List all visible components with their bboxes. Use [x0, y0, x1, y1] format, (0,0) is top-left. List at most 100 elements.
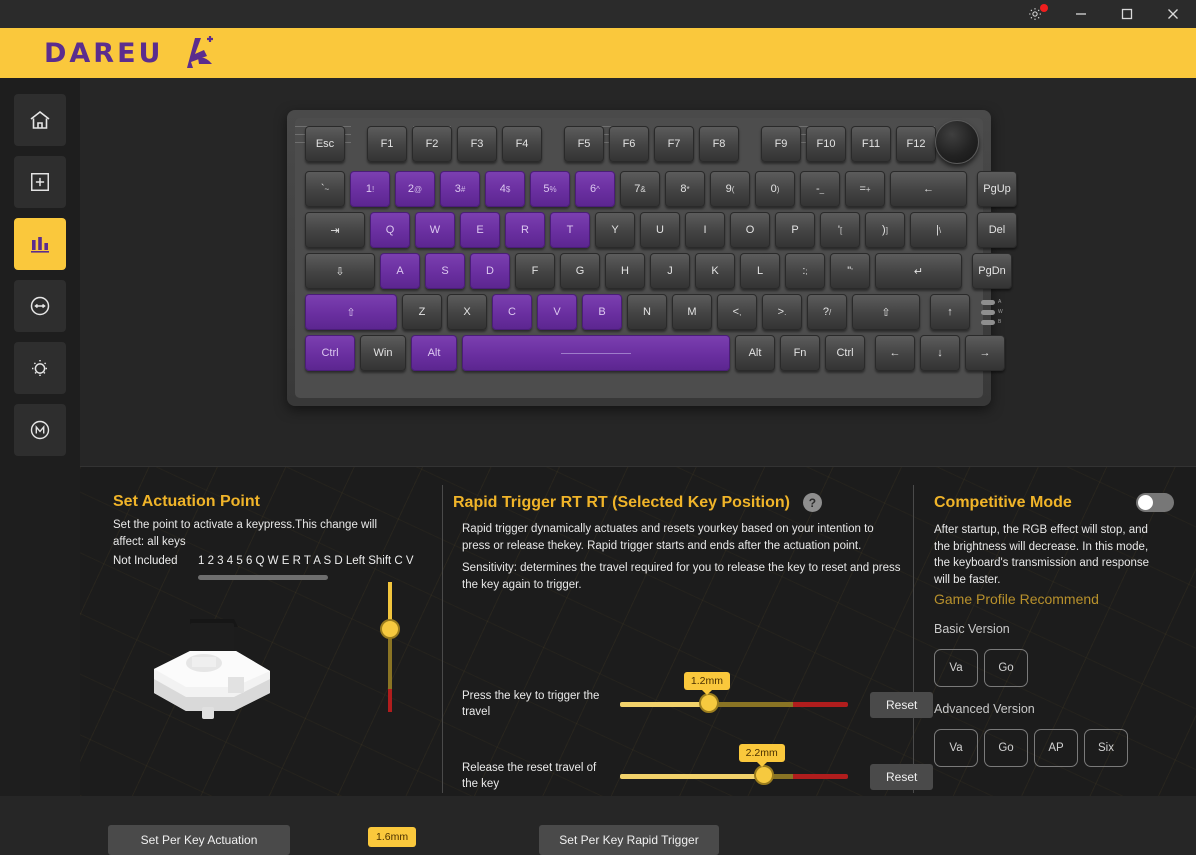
press-travel-track[interactable]: 1.2mm	[620, 672, 848, 714]
key-arrow-up[interactable]: ↑	[930, 294, 970, 330]
not-included-scrollbar[interactable]	[198, 575, 328, 580]
key-S[interactable]: S	[425, 253, 465, 289]
key-F3[interactable]: F3	[457, 126, 497, 162]
key-F10[interactable]: F10	[806, 126, 846, 162]
key-7[interactable]: 7 &	[620, 171, 660, 207]
key-space[interactable]: ⇥	[305, 212, 365, 248]
key-F2[interactable]: F2	[412, 126, 452, 162]
question-mark-icon[interactable]: ?	[802, 493, 822, 512]
maximize-button[interactable]	[1104, 0, 1150, 28]
key-0[interactable]: 0)	[755, 171, 795, 207]
key-8[interactable]: 8 *	[665, 171, 705, 207]
key-F8[interactable]: F8	[699, 126, 739, 162]
key-N[interactable]: N	[627, 294, 667, 330]
key-K[interactable]: K	[695, 253, 735, 289]
sidebar-item-performance[interactable]	[14, 218, 66, 270]
key-B[interactable]: B	[582, 294, 622, 330]
press-travel-thumb[interactable]	[698, 693, 719, 714]
key-space[interactable]: '[	[820, 212, 860, 248]
key-F5[interactable]: F5	[564, 126, 604, 162]
key-Del[interactable]: Del	[977, 212, 1017, 248]
key-E[interactable]: E	[460, 212, 500, 248]
key-Esc[interactable]: Esc	[305, 126, 345, 162]
key-PgUp[interactable]: PgUp	[977, 171, 1017, 207]
key-space[interactable]: >.	[762, 294, 802, 330]
key-space[interactable]: ↵	[875, 253, 962, 289]
sidebar-item-macro[interactable]	[14, 404, 66, 456]
key-F6[interactable]: F6	[609, 126, 649, 162]
key-Z[interactable]: Z	[402, 294, 442, 330]
key-L[interactable]: L	[740, 253, 780, 289]
set-per-key-actuation-button[interactable]: Set Per Key Actuation	[108, 825, 290, 855]
key-F12[interactable]: F12	[896, 126, 936, 162]
close-button[interactable]	[1150, 0, 1196, 28]
key-space[interactable]: ` ~	[305, 171, 345, 207]
sidebar-item-lighting[interactable]	[14, 342, 66, 394]
key-space[interactable]	[462, 335, 730, 371]
basic-version-go-button[interactable]: Go	[984, 649, 1028, 687]
basic-version-va-button[interactable]: Va	[934, 649, 978, 687]
key-V[interactable]: V	[537, 294, 577, 330]
key-F1[interactable]: F1	[367, 126, 407, 162]
keyboard-preview[interactable]: Esc F1 F2 F3 F4 F5 F6 F7 F8 F9 F10 F11 F12 ` ~1! 2 @3 #4 $…	[287, 110, 1017, 406]
key-arrow-down[interactable]: ↓	[920, 335, 960, 371]
key-space[interactable]: )]	[865, 212, 905, 248]
key-D[interactable]: D	[470, 253, 510, 289]
key-PgDn[interactable]: PgDn	[972, 253, 1012, 289]
sidebar-item-connection[interactable]	[14, 280, 66, 332]
key-space[interactable]: ⇩	[305, 253, 375, 289]
advanced-version-go-button[interactable]: Go	[984, 729, 1028, 767]
key-X[interactable]: X	[447, 294, 487, 330]
key-space[interactable]: ⇧	[852, 294, 920, 330]
key-1[interactable]: 1!	[350, 171, 390, 207]
key-space[interactable]: ←	[890, 171, 967, 207]
key-Fn[interactable]: Fn	[780, 335, 820, 371]
key-arrow-left[interactable]: ←	[875, 335, 915, 371]
sidebar-item-add[interactable]	[14, 156, 66, 208]
key-C[interactable]: C	[492, 294, 532, 330]
key-Q[interactable]: Q	[370, 212, 410, 248]
settings-button[interactable]	[1012, 0, 1058, 28]
key-I[interactable]: I	[685, 212, 725, 248]
actuation-slider-thumb[interactable]	[380, 619, 400, 639]
key-F7[interactable]: F7	[654, 126, 694, 162]
key-space[interactable]: = +	[845, 171, 885, 207]
key-3[interactable]: 3 #	[440, 171, 480, 207]
key-Ctrl[interactable]: Ctrl	[305, 335, 355, 371]
key-F[interactable]: F	[515, 253, 555, 289]
key-Ctrl[interactable]: Ctrl	[825, 335, 865, 371]
minimize-button[interactable]	[1058, 0, 1104, 28]
key-G[interactable]: G	[560, 253, 600, 289]
key-F9[interactable]: F9	[761, 126, 801, 162]
key-O[interactable]: O	[730, 212, 770, 248]
release-travel-thumb[interactable]	[753, 765, 774, 786]
key-space[interactable]: ? /	[807, 294, 847, 330]
key-Alt[interactable]: Alt	[411, 335, 457, 371]
key-J[interactable]: J	[650, 253, 690, 289]
key-space[interactable]: | \	[910, 212, 967, 248]
key-U[interactable]: U	[640, 212, 680, 248]
key-space[interactable]: <,	[717, 294, 757, 330]
set-per-key-rapid-trigger-button[interactable]: Set Per Key Rapid Trigger	[539, 825, 719, 855]
key-F11[interactable]: F11	[851, 126, 891, 162]
advanced-version-va-button[interactable]: Va	[934, 729, 978, 767]
key-9[interactable]: 9(	[710, 171, 750, 207]
key-space[interactable]: ⇧	[305, 294, 397, 330]
key-T[interactable]: T	[550, 212, 590, 248]
advanced-version-six-button[interactable]: Six	[1084, 729, 1128, 767]
competitive-mode-toggle[interactable]	[1136, 493, 1174, 512]
key-5[interactable]: 5%	[530, 171, 570, 207]
key-F4[interactable]: F4	[502, 126, 542, 162]
key-Y[interactable]: Y	[595, 212, 635, 248]
key-H[interactable]: H	[605, 253, 645, 289]
rotary-knob[interactable]	[935, 120, 979, 164]
key-2[interactable]: 2 @	[395, 171, 435, 207]
key-4[interactable]: 4 $	[485, 171, 525, 207]
release-travel-track[interactable]: 2.2mm	[620, 744, 848, 786]
key-P[interactable]: P	[775, 212, 815, 248]
key-arrow-right[interactable]: →	[965, 335, 1005, 371]
key-A[interactable]: A	[380, 253, 420, 289]
key-M[interactable]: M	[672, 294, 712, 330]
key-Win[interactable]: Win	[360, 335, 406, 371]
key-Alt[interactable]: Alt	[735, 335, 775, 371]
